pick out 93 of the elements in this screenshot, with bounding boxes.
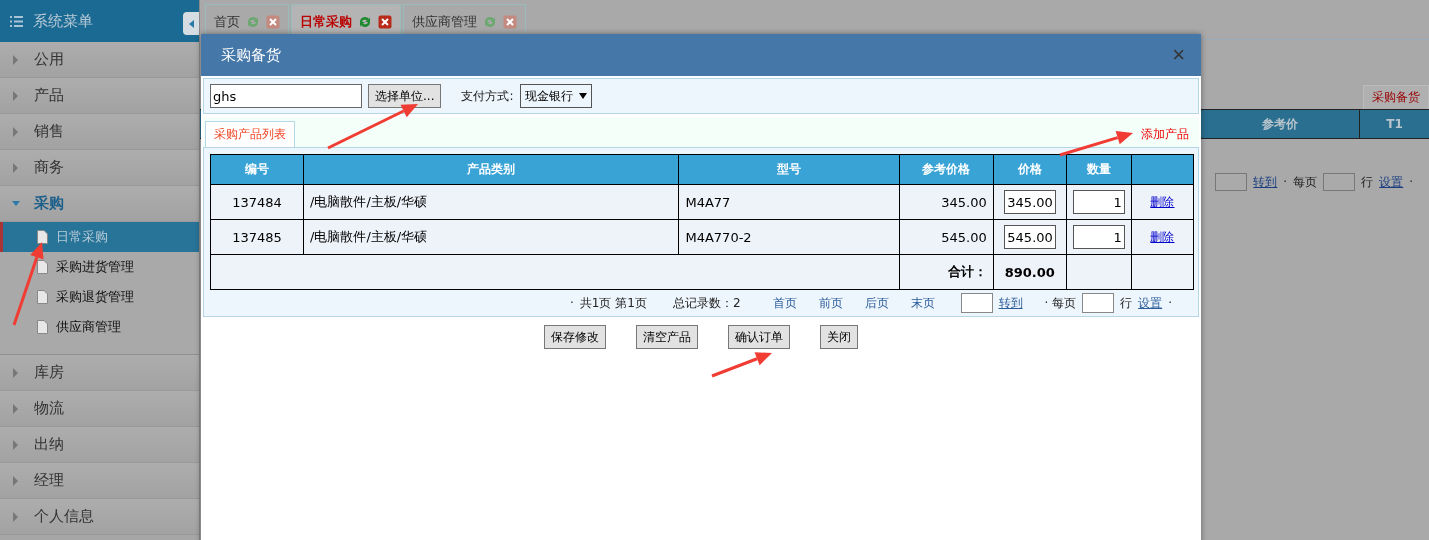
table-cell: 137484	[210, 184, 304, 220]
quantity-input[interactable]: 1	[1072, 225, 1125, 249]
caret-right-icon	[12, 511, 20, 522]
caret-right-icon	[12, 126, 20, 137]
collapse-button[interactable]	[183, 12, 199, 35]
menu-group[interactable]: 销售	[0, 114, 199, 150]
menu-item[interactable]: 供应商管理	[0, 312, 199, 342]
price-input[interactable]: 345.00	[1003, 190, 1056, 214]
delete-link[interactable]: 删除	[1150, 194, 1175, 209]
column-header: 编号	[210, 154, 304, 185]
pager-text: ·	[1168, 296, 1172, 310]
total-value: 890.00	[993, 254, 1067, 290]
table-cell: /电脑散件/主板/华硕	[303, 219, 679, 255]
settings-link[interactable]: 设置	[1138, 294, 1163, 312]
table-cell: M4A770-2	[678, 219, 900, 255]
menu-item[interactable]: 采购进货管理	[0, 252, 199, 282]
action-button[interactable]: 确认订单	[728, 325, 790, 349]
goto-link[interactable]: 转到	[998, 294, 1023, 312]
action-button[interactable]: 清空产品	[636, 325, 698, 349]
menu-group[interactable]: 库房	[0, 355, 199, 391]
document-icon	[37, 260, 48, 274]
pager-text: ·	[1409, 175, 1413, 189]
caret-right-icon	[12, 90, 20, 101]
content-tab[interactable]: 采购备货	[1363, 85, 1429, 109]
close-icon[interactable]	[378, 15, 392, 29]
caret-right-icon	[12, 439, 20, 450]
pager-text: ·	[1283, 175, 1288, 189]
choose-unit-button[interactable]: 选择单位...	[368, 84, 442, 108]
pager-text: · 每页	[1044, 294, 1077, 312]
menu-group[interactable]: 出纳	[0, 427, 199, 463]
document-icon	[37, 230, 48, 244]
delete-link[interactable]: 删除	[1150, 229, 1175, 244]
column-header: 产品类别	[303, 154, 679, 185]
payment-select[interactable]: 现金银行	[519, 84, 592, 108]
menu-item[interactable]: 采购退货管理	[0, 282, 199, 312]
column-header: 参考价格	[899, 154, 994, 185]
page-input[interactable]	[1215, 173, 1248, 191]
pager-text: 行	[1361, 173, 1374, 191]
caret-right-icon	[12, 162, 20, 173]
record-count: 总记录数：2	[672, 294, 741, 312]
caret-right-icon	[12, 475, 20, 486]
table-cell: 345.00	[899, 184, 994, 220]
menu-group[interactable]: 物流	[0, 391, 199, 427]
total-label: 合计：	[899, 254, 994, 290]
caret-right-icon	[12, 367, 20, 378]
page-size-input[interactable]	[1323, 173, 1356, 191]
close-icon[interactable]	[266, 15, 280, 29]
quantity-input[interactable]: 1	[1072, 190, 1125, 214]
pager-link[interactable]: 设置	[1379, 173, 1404, 191]
caret-left-icon	[188, 19, 194, 28]
pager-text: 共1页 第1页	[579, 294, 647, 312]
refresh-icon[interactable]	[358, 15, 372, 29]
supplier-field[interactable]: ghs	[210, 84, 362, 108]
price-input[interactable]: 545.00	[1003, 225, 1056, 249]
menu-icon[interactable]	[10, 15, 23, 27]
sidebar-title: 系统菜单	[33, 11, 93, 31]
pager-link[interactable]: 转到	[1253, 173, 1278, 191]
pager-link[interactable]: 首页	[772, 294, 797, 312]
add-product-link[interactable]: 添加产品	[1141, 122, 1189, 147]
payment-label: 支付方式:	[461, 87, 514, 105]
pager-text: 行	[1120, 294, 1133, 312]
close-icon[interactable]	[503, 15, 517, 29]
caret-right-icon	[12, 403, 20, 414]
pager-link[interactable]: 末页	[910, 294, 935, 312]
pager-text: 每页	[1293, 173, 1318, 191]
product-list-tab[interactable]: 采购产品列表	[205, 121, 295, 147]
action-button[interactable]: 保存修改	[544, 325, 606, 349]
column-header: 数量	[1066, 154, 1132, 185]
page-input[interactable]	[960, 293, 993, 313]
menu-group[interactable]: 产品	[0, 78, 199, 114]
table-cell: 137485	[210, 219, 304, 255]
annotation-arrow	[711, 352, 772, 378]
column-header: 参考价	[1261, 115, 1298, 133]
page-size-input[interactable]	[1082, 293, 1115, 313]
table-cell: 545.00	[899, 219, 994, 255]
action-button[interactable]: 关闭	[820, 325, 858, 349]
pager-link[interactable]: 后页	[864, 294, 889, 312]
document-icon	[37, 320, 48, 334]
table-cell: M4A77	[678, 184, 900, 220]
dialog-title: 采购备货	[221, 45, 281, 65]
menu-group[interactable]: 个人信息	[0, 499, 199, 535]
menu-group[interactable]: 商务	[0, 150, 199, 186]
menu-group[interactable]: 经理	[0, 463, 199, 499]
document-icon	[37, 290, 48, 304]
column-header: T1	[1386, 117, 1403, 131]
menu-group[interactable]: 公用	[0, 42, 199, 78]
column-header: 价格	[993, 154, 1067, 185]
pager-text: ·	[569, 296, 574, 310]
table-cell: /电脑散件/主板/华硕	[303, 184, 679, 220]
column-header: 型号	[678, 154, 900, 185]
caret-down-icon	[578, 93, 587, 99]
caret-right-icon	[12, 54, 20, 65]
pager-link[interactable]: 前页	[818, 294, 843, 312]
